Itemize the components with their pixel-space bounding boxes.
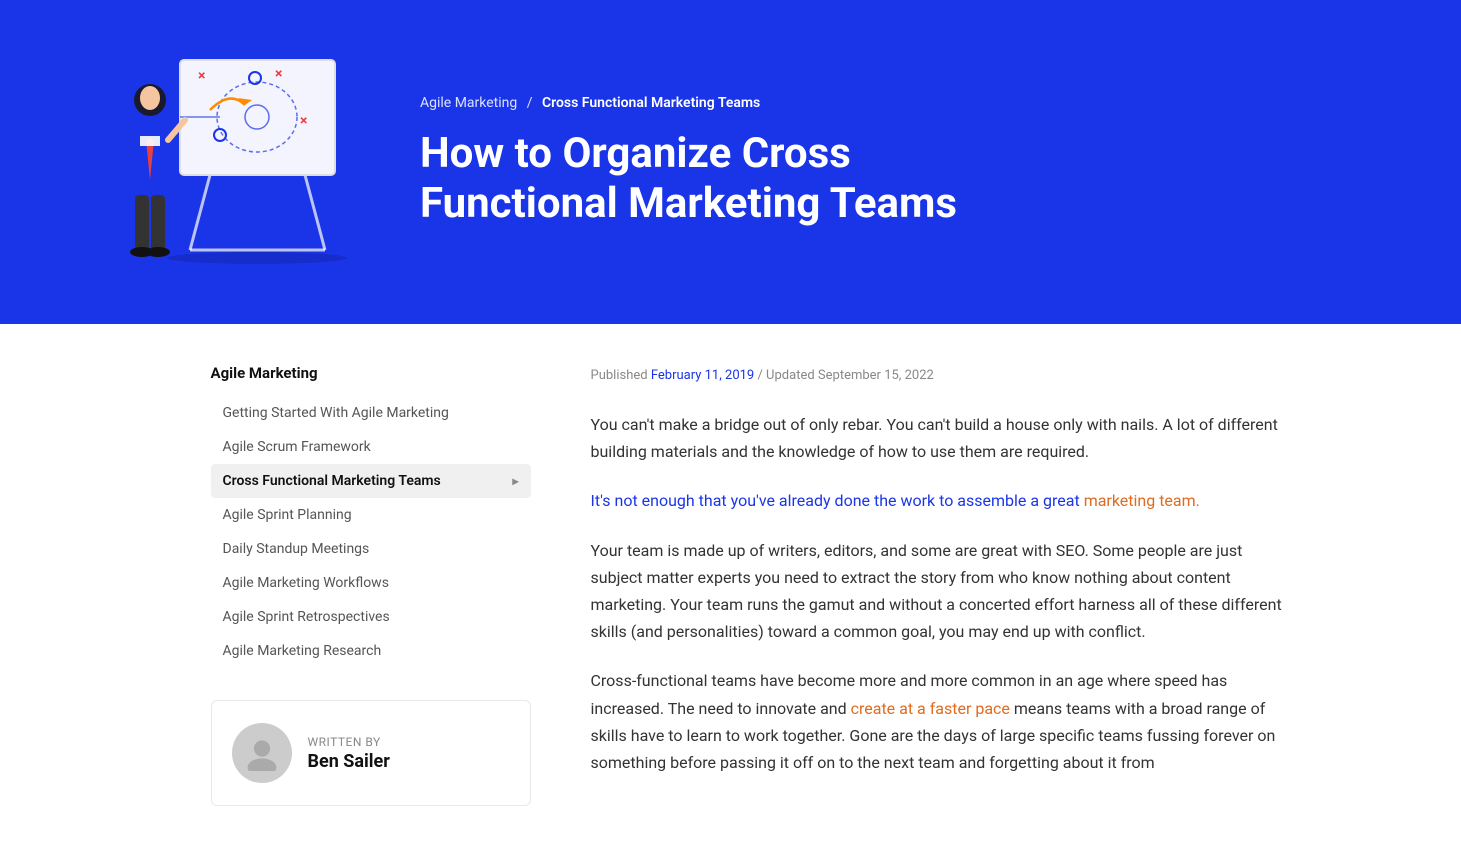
svg-text:×: × [198, 68, 205, 84]
author-box: WRITTEN BY Ben Sailer [211, 700, 531, 806]
author-name: Ben Sailer [308, 751, 390, 772]
faster-pace-link[interactable]: create at a faster pace [851, 699, 1010, 718]
updated-date: September 15, 2022 [818, 368, 934, 383]
sidebar-item-retrospectives[interactable]: Agile Sprint Retrospectives [211, 600, 531, 634]
written-by-label: WRITTEN BY [308, 735, 390, 749]
page-title: How to Organize Cross Functional Marketi… [420, 129, 1020, 230]
paragraph-4: Cross-functional teams have become more … [591, 667, 1291, 776]
published-label: Published [591, 368, 648, 383]
sidebar: Agile Marketing Getting Started With Agi… [211, 364, 531, 806]
article-body: You can't make a bridge out of only reba… [591, 411, 1291, 776]
published-date: February 11, 2019 [651, 368, 754, 383]
hero-content: Agile Marketing / Cross Functional Marke… [420, 95, 1381, 230]
avatar [232, 723, 292, 783]
main-layout: Agile Marketing Getting Started With Agi… [131, 324, 1331, 866]
breadcrumb-current: Cross Functional Marketing Teams [542, 95, 760, 111]
sidebar-item-getting-started[interactable]: Getting Started With Agile Marketing [211, 396, 531, 430]
updated-label: / Updated [757, 368, 814, 383]
paragraph-2: It's not enough that you've already done… [591, 487, 1291, 514]
hero-section: × × × [0, 0, 1461, 324]
chevron-right-icon: ▸ [512, 474, 518, 488]
sidebar-item-workflows[interactable]: Agile Marketing Workflows [211, 566, 531, 600]
sidebar-item-cross-functional[interactable]: Cross Functional Marketing Teams ▸ [211, 464, 531, 498]
article-content: Published February 11, 2019 / Updated Se… [591, 364, 1291, 806]
meta-line: Published February 11, 2019 / Updated Se… [591, 368, 1291, 383]
breadcrumb-separator: / [527, 95, 533, 111]
author-info: WRITTEN BY Ben Sailer [308, 735, 390, 772]
hero-illustration: × × × [80, 40, 360, 284]
sidebar-item-daily-standup[interactable]: Daily Standup Meetings [211, 532, 531, 566]
paragraph-3: Your team is made up of writers, editors… [591, 537, 1291, 646]
marketing-team-link[interactable]: marketing team. [1084, 491, 1200, 510]
sidebar-title: Agile Marketing [211, 364, 531, 382]
sidebar-item-sprint-planning[interactable]: Agile Sprint Planning [211, 498, 531, 532]
svg-text:×: × [275, 66, 282, 82]
sidebar-item-agile-scrum[interactable]: Agile Scrum Framework [211, 430, 531, 464]
sidebar-nav: Getting Started With Agile Marketing Agi… [211, 396, 531, 668]
breadcrumb-parent-link[interactable]: Agile Marketing [420, 95, 517, 111]
svg-text:×: × [300, 113, 307, 129]
breadcrumb: Agile Marketing / Cross Functional Marke… [420, 95, 1381, 111]
avatar-icon [244, 735, 280, 771]
paragraph-1: You can't make a bridge out of only reba… [591, 411, 1291, 465]
sidebar-item-research[interactable]: Agile Marketing Research [211, 634, 531, 668]
